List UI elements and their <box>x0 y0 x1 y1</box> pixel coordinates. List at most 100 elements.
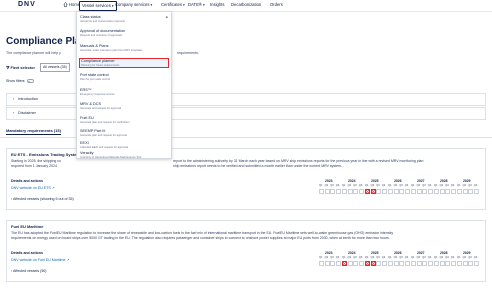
menu-item-ers[interactable]: ERS™ Emergency response service <box>80 88 170 96</box>
timeline-year-label: 2026 <box>394 251 402 255</box>
timeline-quarter-label: Q1 <box>365 184 369 187</box>
introduction-label: Introduction <box>18 97 39 101</box>
tab-mandatory-requirements[interactable]: Mandatory requirements (15) <box>6 128 61 135</box>
timeline-quarter-label: Q1 <box>342 256 346 259</box>
menu-item-eexi[interactable]: EEXI Calculate EEXI and request for appr… <box>80 141 170 149</box>
timeline-quarter-cell <box>353 261 359 266</box>
timeline-quarter-label: Q2 <box>347 184 352 187</box>
timeline-quarter-label: Q3 <box>353 256 357 259</box>
requirements-tab-strip: Mandatory requirements (15) <box>0 126 492 138</box>
timeline-quarter-label: Q3 <box>399 256 403 259</box>
timeline-quarter-cell <box>342 189 347 194</box>
chevron-right-icon: ▸ <box>166 15 168 19</box>
timeline-quarter-cell <box>439 261 445 266</box>
menu-item-seemp-part-iii[interactable]: SEEMP Part III Generate plan and request… <box>80 129 170 137</box>
menu-item-desc: Plan for port state control <box>80 77 111 81</box>
timeline-quarter-label: Q3 <box>353 184 357 187</box>
nav-dataportal-label: DATE® <box>188 2 202 7</box>
timeline-quarter-cell <box>416 261 422 266</box>
nav-orders[interactable]: Orders <box>270 1 283 9</box>
nav-dataportal[interactable]: DATE®▾ <box>188 1 205 9</box>
menu-item-manuals-plans[interactable]: Manuals & Plans Generate, order manual o… <box>80 44 170 52</box>
menu-item-desc: Generate plan and request for verificati… <box>80 120 130 124</box>
timeline-quarter-label: Q4 <box>335 256 340 259</box>
card-text: required from 1 January 2024 <box>11 164 57 168</box>
timeline-quarter-label: Q3 <box>422 184 426 187</box>
menu-item-class-status[interactable]: Class status Vessel list and vessel stat… <box>80 15 170 23</box>
timeline-quarter-label: Q1 <box>411 256 415 259</box>
menu-item-desc: Generate and request for approval <box>80 106 122 110</box>
timeline-quarter-label: Q4 <box>358 184 363 187</box>
menu-item-port-state-control[interactable]: Port state control Plan for port state c… <box>80 73 170 81</box>
timeline-quarter-cell <box>358 261 364 266</box>
timeline-quarter-label: Q4 <box>335 184 340 187</box>
timeline-quarter-cell <box>399 189 405 194</box>
nav-company-services[interactable]: Company services▾ <box>115 1 152 9</box>
top-navigation: DNV Home Vessel services▾ Company servic… <box>0 0 492 12</box>
page-title: Compliance Plan <box>6 36 87 47</box>
timeline-year-label: 2029 <box>463 179 471 183</box>
timeline-quarter-cell <box>365 261 370 266</box>
menu-item-fuel-eu[interactable]: Fuel EU Generate plan and request for ve… <box>80 116 170 124</box>
timeline-quarter-cell <box>370 261 376 266</box>
timeline-quarter-cell <box>347 189 353 194</box>
card-text: requirements on energy used on board shi… <box>11 236 390 240</box>
timeline-quarter-cell <box>330 261 336 266</box>
affected-vessels-toggle[interactable]: › Affected vessels (showing 5 out of 35) <box>11 197 74 201</box>
menu-item-desc: Emergency response service <box>80 92 115 96</box>
menu-item-mrv-dcs[interactable]: MRV & DCS Generate and request for appro… <box>80 102 170 110</box>
nav-home[interactable]: Home <box>63 1 80 9</box>
link-label: DNV website on Fuel EU Maritime <box>11 258 66 262</box>
affected-vessels-toggle[interactable]: › Affected vessels (50) <box>11 269 47 273</box>
card-title: EU ETS - Emissions Trading Syste <box>11 152 77 157</box>
timeline-quarter-cell <box>393 189 399 194</box>
timeline-quarter-cell <box>457 189 462 194</box>
timeline-quarter-label: Q2 <box>370 184 375 187</box>
eu-ets-website-link[interactable]: DNV website on EU ETS ↗ <box>11 186 55 190</box>
nav-insights[interactable]: Insights <box>210 1 224 9</box>
nav-certificates[interactable]: Certificates▾ <box>161 1 185 9</box>
timeline-year-label: 2025 <box>371 179 379 183</box>
timeline-quarter-cell <box>319 261 324 266</box>
timeline-quarter-label: Q4 <box>427 184 432 187</box>
timeline-quarter-label: Q4 <box>473 256 478 259</box>
timeline-quarter-label: Q4 <box>381 184 386 187</box>
timeline-quarter-label: Q2 <box>393 256 398 259</box>
fuel-eu-website-link[interactable]: DNV website on Fuel EU Maritime ↗ <box>11 258 70 262</box>
nav-decarbonization[interactable]: Decarbonization <box>231 1 261 9</box>
card-text-tail: ship emissions report needs to be verifi… <box>173 164 344 168</box>
timeline-quarter-label: Q2 <box>347 256 352 259</box>
dnv-logo[interactable]: DNV <box>18 0 36 10</box>
affected-vessels-label: Affected vessels (50) <box>13 269 47 273</box>
nav-orders-label: Orders <box>270 2 283 7</box>
timeline-quarter-label: Q4 <box>450 184 455 187</box>
chevron-down-icon: ▾ <box>111 4 114 8</box>
timeline-quarter-label: Q1 <box>365 256 369 259</box>
timeline-quarter-label: Q1 <box>388 256 392 259</box>
fleet-selector-dropdown[interactable]: All vessels (35) <box>40 63 70 72</box>
timeline-quarter-cell <box>365 189 370 194</box>
timeline-quarter-label: Q2 <box>324 184 329 187</box>
nav-vessel-services[interactable]: Vessel services▾ <box>79 1 117 11</box>
timeline-quarter-label: Q2 <box>416 256 421 259</box>
timeline-quarter-label: Q3 <box>330 184 334 187</box>
requirement-card-fuel-eu: Fuel EU Maritime The EU has adopted the … <box>6 220 486 282</box>
timeline-quarter-label: Q1 <box>411 184 415 187</box>
external-link-icon: ↗ <box>51 186 55 190</box>
timeline-quarter-label: Q2 <box>416 184 421 187</box>
menu-item-desc: Planning for future requirements <box>81 63 120 67</box>
show-filters-row: Show filters <box>6 79 34 83</box>
menu-item-veracity[interactable]: Veracity Inventory of Hazardous Material… <box>80 151 170 159</box>
timeline-quarter-label: Q4 <box>404 184 409 187</box>
show-filters-toggle[interactable] <box>26 79 34 83</box>
timeline-quarter-cell <box>335 189 341 194</box>
menu-item-compliance-planner[interactable]: Compliance planner Planning for future r… <box>79 58 169 68</box>
timeline-year-label: 2027 <box>417 251 425 255</box>
timeline-quarter-label: Q3 <box>445 256 449 259</box>
show-filters-label: Show filters <box>6 79 25 84</box>
menu-item-desc: Calculate EEXI and request for approval <box>80 145 128 149</box>
timeline-quarter-label: Q4 <box>473 184 478 187</box>
timeline-quarter-label: Q4 <box>450 256 455 259</box>
menu-item-approval-of-documentation[interactable]: Approval of documentation Request and ov… <box>80 29 170 37</box>
timeline-quarter-label: Q2 <box>439 184 444 187</box>
